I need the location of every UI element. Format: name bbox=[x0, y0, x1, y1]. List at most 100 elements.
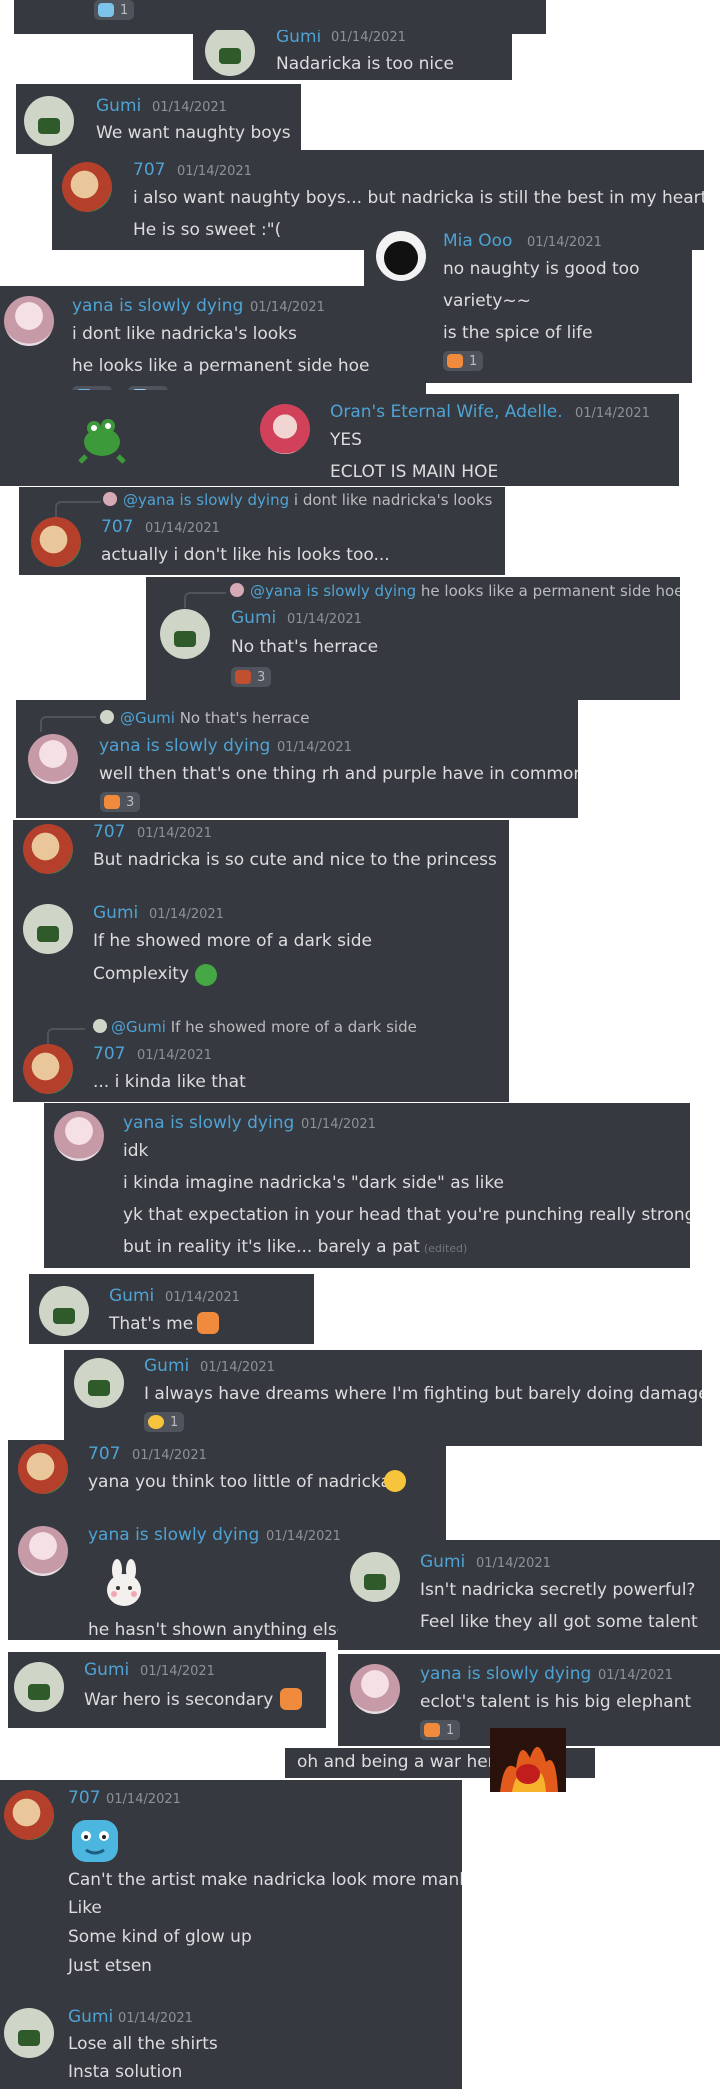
username[interactable]: Oran's Eternal Wife, Adelle. bbox=[330, 402, 563, 422]
avatar[interactable] bbox=[376, 231, 426, 281]
message-group-1: 707 01/14/2021 But nadricka is so cute a… bbox=[13, 820, 509, 1102]
avatar[interactable] bbox=[205, 30, 255, 76]
timestamp: 01/14/2021 bbox=[301, 1117, 376, 1132]
username[interactable]: 707 bbox=[88, 1444, 120, 1464]
message-text: Nadaricka is too nice bbox=[276, 54, 454, 74]
message-text: But nadricka is so cute and nice to the … bbox=[93, 850, 497, 870]
avatar[interactable] bbox=[54, 1111, 104, 1161]
message-text: Can't the artist make nadricka look more… bbox=[68, 1870, 462, 1890]
edited-label: (edited) bbox=[423, 1242, 468, 1255]
blush-face-emoji-icon bbox=[447, 354, 463, 368]
timestamp: 01/14/2021 bbox=[200, 1360, 275, 1375]
username[interactable]: 707 bbox=[68, 1788, 100, 1808]
fire-emoji-icon bbox=[235, 670, 251, 684]
message-text: is the spice of life bbox=[443, 323, 593, 343]
avatar[interactable] bbox=[350, 1664, 400, 1714]
reaction-chip[interactable]: 3 bbox=[231, 667, 272, 687]
reaction-chip[interactable]: 1 bbox=[94, 0, 135, 20]
avatar[interactable] bbox=[14, 1662, 64, 1712]
avatar[interactable] bbox=[23, 904, 73, 954]
message-text: ECLOT IS MAIN HOE bbox=[330, 462, 499, 482]
avatar[interactable] bbox=[23, 1044, 73, 1094]
username[interactable]: Gumi bbox=[420, 1552, 465, 1572]
username[interactable]: Gumi bbox=[93, 903, 138, 923]
reply-preview[interactable]: @yana is slowly dying he looks like a pe… bbox=[250, 582, 680, 600]
message-text: variety~~ bbox=[443, 291, 531, 311]
message-707-2: 707 01/14/2021 Can't the artist make nad… bbox=[0, 1780, 462, 1984]
username[interactable]: yana is slowly dying bbox=[72, 296, 243, 316]
message-text: We want naughty boys bbox=[96, 123, 291, 143]
timestamp: 01/14/2021 bbox=[598, 1668, 673, 1683]
username[interactable]: 707 bbox=[93, 822, 125, 842]
message-text: He is so sweet :"( bbox=[133, 220, 282, 240]
username[interactable]: yana is slowly dying bbox=[123, 1113, 294, 1133]
blush-face-emoji-icon bbox=[424, 1723, 440, 1737]
avatar[interactable] bbox=[160, 609, 210, 659]
gif-embed[interactable] bbox=[490, 1728, 566, 1792]
reply-preview[interactable]: @yana is slowly dying i dont like nadric… bbox=[123, 491, 492, 509]
username[interactable]: Gumi bbox=[109, 1286, 154, 1306]
reply-preview[interactable]: @Gumi If he showed more of a dark side bbox=[111, 1018, 417, 1036]
message-gumi-reply: @yana is slowly dying he looks like a pe… bbox=[146, 577, 680, 700]
avatar[interactable] bbox=[4, 2008, 54, 2058]
message-text: ... i kinda like that bbox=[93, 1072, 246, 1092]
message-text: yana you think too little of nadricka bbox=[88, 1472, 391, 1492]
message-text: i kinda imagine nadricka's "dark side" a… bbox=[123, 1173, 505, 1193]
message-yana-2: yana is slowly dying 01/14/2021 idk i ki… bbox=[44, 1103, 690, 1268]
timestamp: 01/14/2021 bbox=[287, 612, 362, 627]
message-gumi-3: Gumi 01/14/2021 That's me bbox=[29, 1274, 314, 1344]
reaction-chip[interactable]: 3 bbox=[100, 792, 141, 812]
message-text: Complexity bbox=[93, 964, 190, 984]
timestamp: 01/14/2021 bbox=[137, 826, 212, 841]
avatar[interactable] bbox=[28, 734, 78, 784]
username[interactable]: Mia Ooo bbox=[443, 231, 512, 251]
timestamp: 01/14/2021 bbox=[140, 1664, 215, 1679]
message-text: yk that expectation in your head that yo… bbox=[123, 1205, 690, 1225]
timestamp: 01/14/2021 bbox=[106, 1792, 181, 1807]
username[interactable]: Gumi bbox=[84, 1660, 129, 1680]
message-gumi-4: Gumi 01/14/2021 I always have dreams whe… bbox=[64, 1350, 702, 1446]
message-yana-reply: @Gumi No that's herrace yana is slowly d… bbox=[16, 700, 578, 818]
avatar[interactable] bbox=[4, 296, 54, 346]
avatar[interactable] bbox=[350, 1552, 400, 1602]
username[interactable]: Gumi bbox=[231, 608, 276, 628]
username[interactable]: 707 bbox=[93, 1044, 125, 1064]
message-text: he looks like a permanent side hoe bbox=[72, 356, 370, 376]
avatar[interactable] bbox=[39, 1286, 89, 1336]
message-text: Like bbox=[68, 1898, 102, 1918]
reply-preview[interactable]: @Gumi No that's herrace bbox=[120, 709, 310, 727]
reaction-chip[interactable]: 1 bbox=[420, 1720, 461, 1740]
username[interactable]: Gumi bbox=[68, 2007, 113, 2027]
message-text: well then that's one thing rh and purple… bbox=[99, 764, 578, 784]
avatar[interactable] bbox=[18, 1444, 68, 1494]
username[interactable]: 707 bbox=[101, 517, 133, 537]
avatar[interactable] bbox=[260, 404, 310, 454]
message-text: i also want naughty boys... but nadricka… bbox=[133, 188, 704, 208]
message-gumi-1: Gumi 01/14/2021 Nadaricka is too nice bbox=[193, 30, 512, 80]
reply-connector bbox=[47, 1028, 85, 1044]
avatar[interactable] bbox=[62, 162, 112, 212]
avatar[interactable] bbox=[24, 96, 74, 146]
timestamp: 01/14/2021 bbox=[277, 740, 352, 755]
timestamp: 01/14/2021 bbox=[266, 1529, 341, 1544]
username[interactable]: yana is slowly dying bbox=[99, 736, 270, 756]
message-text: Lose all the shirts bbox=[68, 2034, 218, 2054]
reaction-chip[interactable]: 1 bbox=[144, 1412, 185, 1432]
username[interactable]: Gumi bbox=[276, 30, 321, 47]
username[interactable]: Gumi bbox=[144, 1356, 189, 1376]
message-text: i dont like nadricka's looks bbox=[72, 324, 297, 344]
message-text: Insta solution bbox=[68, 2062, 183, 2082]
username[interactable]: yana is slowly dying bbox=[420, 1664, 591, 1684]
timestamp: 01/14/2021 bbox=[527, 235, 602, 250]
reply-connector bbox=[40, 716, 96, 732]
avatar[interactable] bbox=[23, 824, 73, 874]
avatar[interactable] bbox=[74, 1358, 124, 1408]
username[interactable]: Gumi bbox=[96, 96, 141, 116]
avatar[interactable] bbox=[4, 1790, 54, 1840]
username[interactable]: yana is slowly dying bbox=[88, 1525, 259, 1545]
message-text: he hasn't shown anything else bbox=[88, 1620, 348, 1640]
reaction-chip[interactable]: 1 bbox=[443, 351, 484, 371]
username[interactable]: 707 bbox=[133, 160, 165, 180]
avatar[interactable] bbox=[18, 1526, 68, 1576]
avatar[interactable] bbox=[31, 517, 81, 567]
